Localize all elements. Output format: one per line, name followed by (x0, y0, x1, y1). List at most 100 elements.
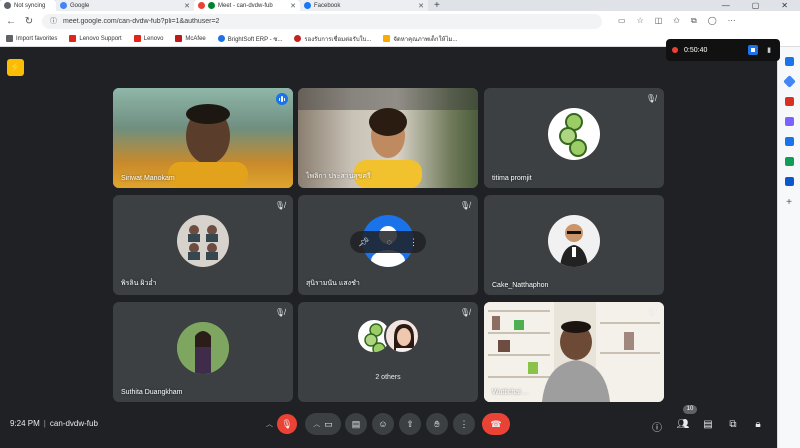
close-window-icon[interactable]: ✕ (781, 1, 788, 10)
participant-face (484, 302, 664, 402)
meeting-controls-bar: 9:24 PM | can-dvdw-fub ︿ 🎙︎ ︿ ▭ ▤ ☺ ⇧ ✋︎ ⋮… (0, 402, 777, 448)
participant-tile[interactable]: Cake_Natthaphon (484, 195, 664, 295)
bookmark-item[interactable]: McAfee (175, 35, 206, 42)
participant-tile[interactable]: Siriwat Manokam (113, 88, 293, 188)
mic-muted-icon: 🎙︎̸ (459, 308, 470, 317)
meeting-details-icon[interactable]: ⓘ (650, 419, 664, 434)
outlook-icon[interactable] (784, 177, 794, 186)
stop-recording-button[interactable] (748, 45, 758, 55)
google-icon (60, 2, 67, 9)
mic-off-button[interactable]: 🎙︎ (277, 414, 297, 434)
more-icon[interactable]: ⋯ (728, 16, 736, 26)
site-info-icon[interactable]: ⓘ (50, 16, 57, 26)
tab-facebook[interactable]: Facebook ✕ (300, 0, 428, 11)
host-controls-icon[interactable]: 🔒︎ (751, 419, 765, 430)
activities-icon[interactable]: ⧉ (726, 419, 740, 430)
url-text: meet.google.com/can-dvdw-fub?pli=1&authu… (63, 17, 220, 25)
minimize-icon[interactable]: — (722, 1, 730, 10)
folder-icon (383, 35, 391, 42)
bookmark-item[interactable]: จัดหาคุณภาพเด็กให้ไม... (383, 34, 457, 44)
add-icon[interactable]: + (786, 197, 792, 208)
favorites-icon[interactable]: ✩ (673, 16, 680, 26)
participant-face (168, 104, 248, 188)
maximize-icon[interactable]: ▢ (752, 1, 760, 10)
participant-tile[interactable]: 🎙︎̸ 2 others (298, 302, 478, 402)
participant-tile[interactable]: 🎙︎̸ 📌︎ ◌ ⋮ สุนิรามนัน แสงชำ (298, 195, 478, 295)
captions-button[interactable]: ▤ (345, 413, 367, 435)
captions-icon: ▤ (351, 418, 361, 429)
meet-icon (208, 2, 215, 9)
star-icon[interactable]: ☆ (637, 16, 644, 26)
mic-icon[interactable]: ▮ (764, 46, 774, 54)
tab-title: Google (70, 2, 90, 9)
mic-muted-icon: 🎙︎̸ (274, 308, 285, 317)
collections-icon[interactable]: ⧉ (691, 16, 697, 26)
mic-muted-icon: 🎙︎̸ (645, 94, 656, 103)
meet-area: 0:50:40 ▮ ⚡ Siriwat Manokam ไพลิกา ประสา… (0, 39, 780, 448)
bookmark-item[interactable]: รองรับการเชื่อมต่อรับใบ... (294, 34, 371, 44)
participant-avatar (548, 215, 600, 267)
search-icon[interactable] (784, 57, 794, 66)
bookmark-label: Lenovo Support (79, 35, 122, 42)
tab-meet[interactable]: Meet - can-dvdw-fub ✕ (194, 0, 300, 11)
participant-name: พิรลิน ผิวอ่ำ (121, 280, 157, 287)
shopping-icon[interactable] (784, 97, 794, 106)
participant-tile[interactable]: ไพลิกา ประสานสุขศรี (298, 88, 478, 188)
leave-call-button[interactable]: ☎︎ (482, 413, 510, 435)
back-icon[interactable]: ← (6, 16, 16, 27)
hand-icon: ✋︎ (434, 418, 440, 429)
chevron-up-icon[interactable]: ︿ (313, 419, 320, 429)
activity-icon[interactable]: ⚡ (7, 59, 24, 76)
pin-icon[interactable]: 📌︎ (358, 237, 369, 248)
tab-title: Meet - can-dvdw-fub (218, 2, 273, 9)
present-button[interactable]: ⇧ (399, 413, 421, 435)
bookmark-item[interactable]: Lenovo (133, 35, 163, 42)
bookmark-item[interactable]: Lenovo Support (69, 35, 122, 42)
reload-icon[interactable]: ↻ (24, 16, 34, 27)
close-icon[interactable]: ✕ (418, 2, 424, 10)
bookmark-item[interactable]: BrightSoft ERP - ซ... (217, 34, 283, 44)
split-screen-icon[interactable]: ◫ (655, 16, 663, 26)
participant-avatar (177, 215, 229, 267)
tab-title: Not syncing (14, 2, 46, 9)
participant-tile[interactable]: 🎙︎̸ Suthita Duangkham (113, 302, 293, 402)
chevron-up-icon[interactable]: ︿ (266, 419, 273, 429)
chat-icon[interactable]: ▤ (701, 419, 715, 430)
bookmark-label: BrightSoft ERP - ซ... (227, 36, 283, 43)
camera-icon[interactable]: ▭ (618, 16, 626, 26)
mute-participant-icon[interactable]: ◌ (387, 237, 392, 247)
participant-tile[interactable]: 🎙︎̸ Wuttichai ... (484, 302, 664, 402)
url-field[interactable]: ⓘ meet.google.com/can-dvdw-fub?pli=1&aut… (42, 13, 602, 29)
games-icon[interactable] (784, 117, 794, 126)
close-icon[interactable]: ✕ (290, 2, 296, 10)
brightsoft-icon (217, 35, 225, 42)
tab-google[interactable]: Google ✕ (56, 0, 194, 11)
bookmark-item[interactable]: Import favorites (6, 35, 57, 42)
more-options-icon[interactable]: ⋮ (409, 237, 418, 248)
tag-icon[interactable] (782, 75, 796, 88)
lenovo-icon (69, 35, 77, 42)
emoji-button[interactable]: ☺ (372, 413, 394, 435)
camera-control-group[interactable]: ︿ ▭ (305, 413, 341, 435)
close-icon[interactable]: ✕ (184, 2, 190, 10)
meeting-code: can-dvdw-fub (49, 419, 98, 428)
participant-tile[interactable]: 🎙︎̸ พิรลิน ผิวอ่ำ (113, 195, 293, 295)
new-tab-button[interactable]: + (428, 0, 446, 11)
participant-name: Siriwat Manokam (121, 175, 175, 182)
more-vert-icon: ⋮ (459, 418, 469, 429)
speaking-indicator-icon (276, 93, 288, 105)
recording-icon (198, 2, 205, 9)
tools-icon[interactable] (784, 137, 794, 146)
participant-tile[interactable]: 🎙︎̸ titima promjit (484, 88, 664, 188)
profile-icon[interactable]: ◯ (708, 16, 717, 26)
cucumber-icon (559, 113, 587, 157)
address-bar: ← ↻ ⓘ meet.google.com/can-dvdw-fub?pli=1… (0, 11, 800, 31)
lenovo-icon (133, 35, 141, 42)
tab-profile-sync[interactable]: Not syncing (0, 0, 56, 11)
more-options-button[interactable]: ⋮ (453, 413, 475, 435)
people-icon[interactable]: 👥︎ (676, 419, 690, 430)
office-icon[interactable] (784, 157, 794, 166)
bookmark-label: Import favorites (16, 35, 58, 42)
meeting-info: 9:24 PM | can-dvdw-fub (10, 419, 98, 428)
raise-hand-button[interactable]: ✋︎ (426, 413, 448, 435)
